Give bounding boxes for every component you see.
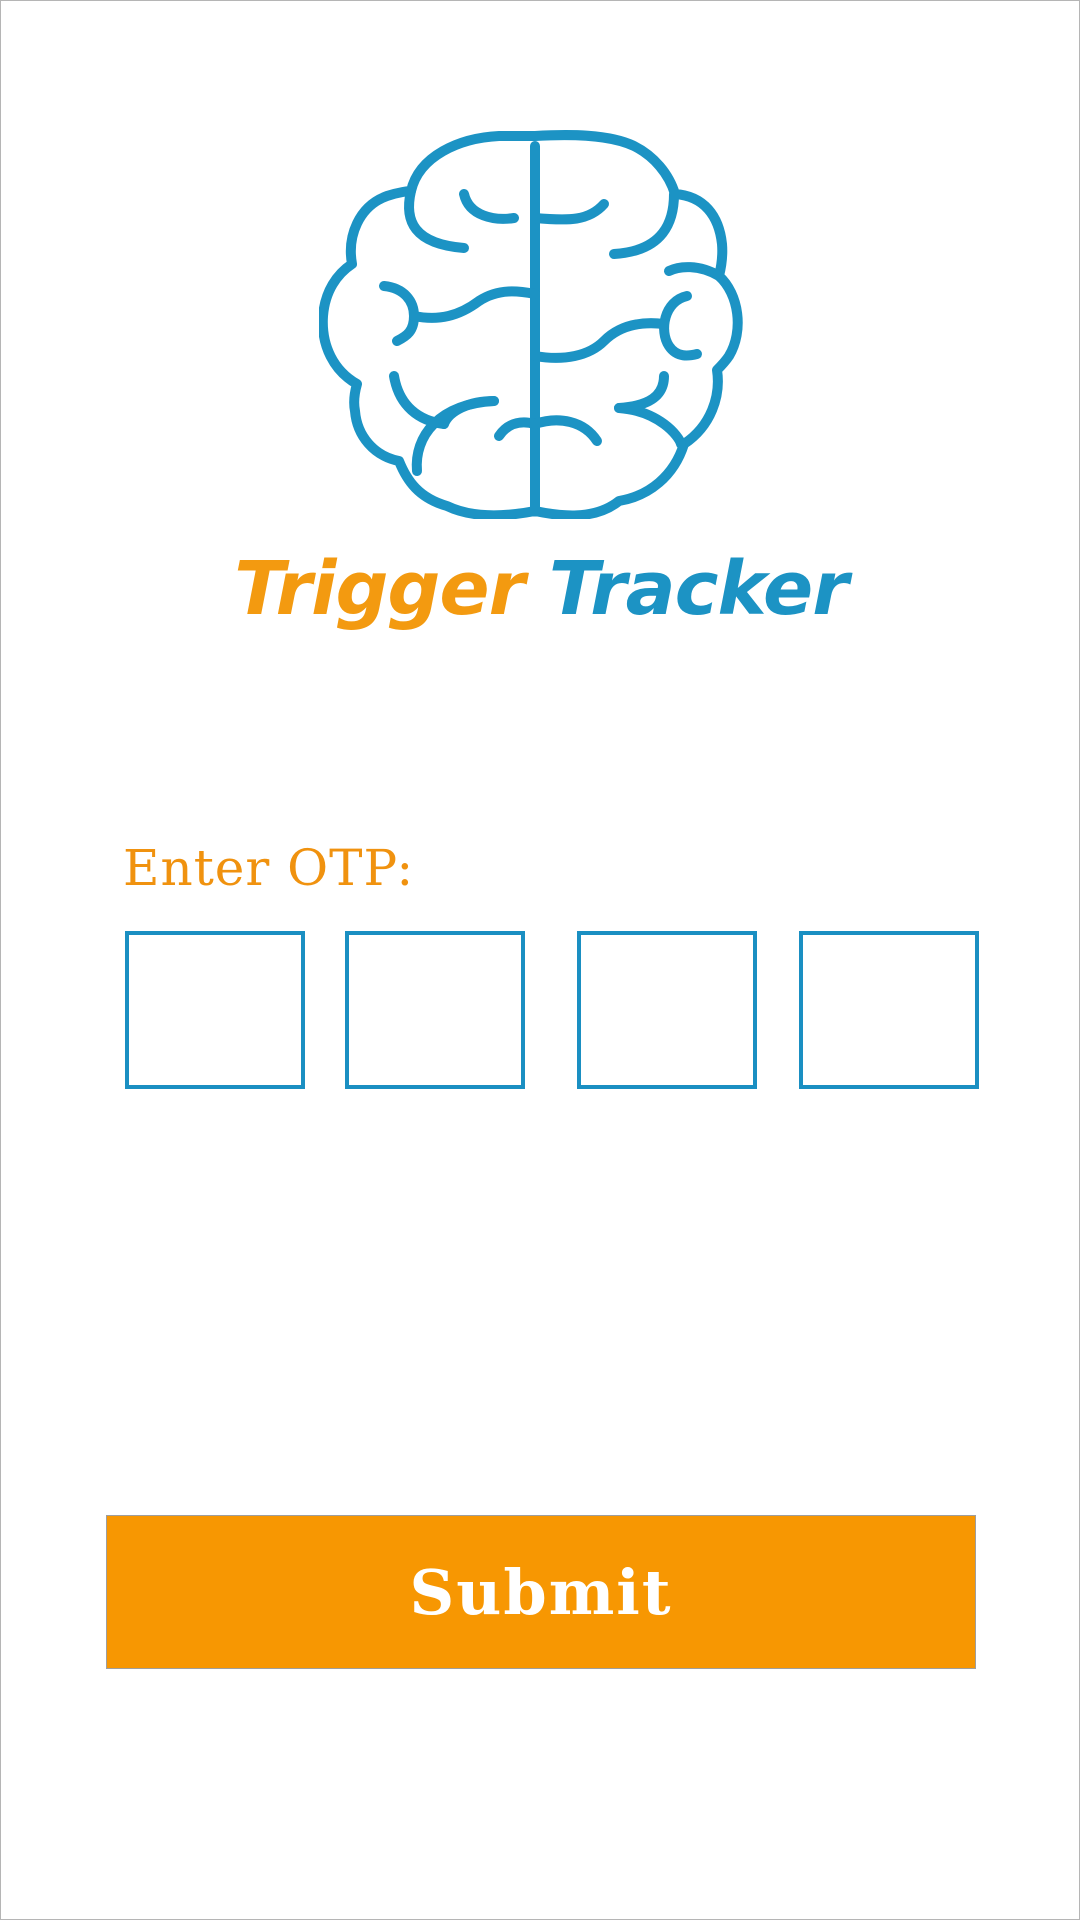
otp-digit-4-input[interactable]	[799, 931, 979, 1089]
app-title-tracker: Tracker	[548, 546, 849, 632]
submit-button[interactable]: Submit	[106, 1515, 976, 1669]
app-title-trigger: Trigger	[234, 546, 525, 632]
brain-icon	[319, 126, 751, 519]
otp-label: Enter OTP:	[123, 839, 415, 897]
otp-digit-2-input[interactable]	[345, 931, 525, 1089]
app-title: Trigger Tracker	[1, 546, 1080, 632]
screen-frame: Trigger Tracker Enter OTP: Submit	[0, 0, 1080, 1920]
otp-digit-3-input[interactable]	[577, 931, 757, 1089]
otp-digit-1-input[interactable]	[125, 931, 305, 1089]
